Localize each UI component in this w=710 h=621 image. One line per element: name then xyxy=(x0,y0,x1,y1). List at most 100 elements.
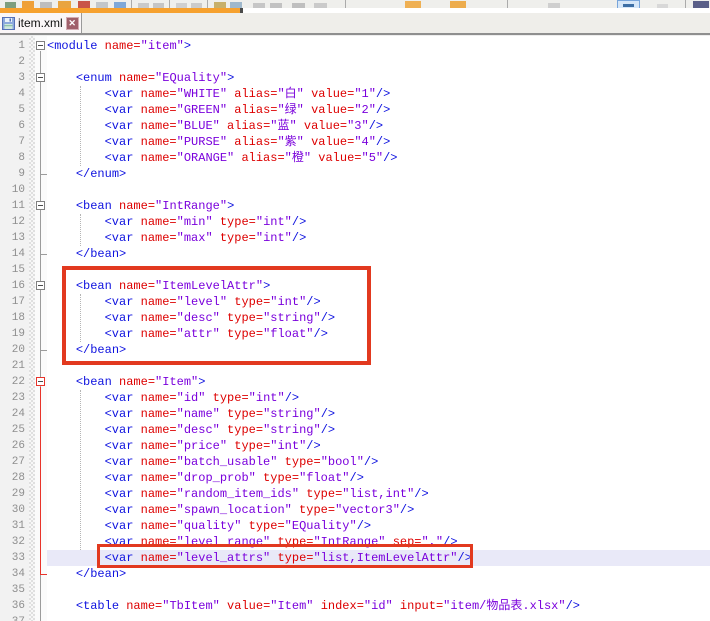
code-line-8[interactable]: <var name="ORANGE" alias="橙" value="5"/> xyxy=(47,150,710,166)
toolbar-icon-pressed[interactable] xyxy=(617,0,640,8)
line-number: 36 xyxy=(12,598,25,614)
code-line-34[interactable]: </bean> xyxy=(47,566,710,582)
line-number: 19 xyxy=(12,326,25,342)
toolbar-icon-fragment[interactable] xyxy=(450,1,466,8)
fold-end-corner xyxy=(40,350,47,351)
line-number: 9 xyxy=(18,166,25,182)
code-line-24[interactable]: <var name="name" type="string"/> xyxy=(47,406,710,422)
line-number: 2 xyxy=(18,54,25,70)
fold-collapse-box[interactable] xyxy=(36,281,45,290)
line-number: 15 xyxy=(12,262,25,278)
toolbar-icon-fragment[interactable] xyxy=(58,1,71,8)
toolbar-icon-fragment[interactable] xyxy=(405,1,421,8)
code-line-31[interactable]: <var name="quality" type="EQuality"/> xyxy=(47,518,710,534)
toolbar-separator xyxy=(685,0,686,8)
line-number: 8 xyxy=(18,150,25,166)
code-line-25[interactable]: <var name="desc" type="string"/> xyxy=(47,422,710,438)
tab-title: item.xml xyxy=(18,16,63,30)
line-number: 34 xyxy=(12,566,25,582)
fold-collapse-box[interactable] xyxy=(36,41,45,50)
line-number: 35 xyxy=(12,582,25,598)
line-number: 13 xyxy=(12,230,25,246)
toolbar-separator xyxy=(207,0,208,8)
fold-end-corner xyxy=(40,254,47,255)
line-number: 28 xyxy=(12,470,25,486)
code-line-11[interactable]: <bean name="IntRange"> xyxy=(47,198,710,214)
fold-margin[interactable] xyxy=(35,36,47,621)
line-number: 14 xyxy=(12,246,25,262)
line-number: 3 xyxy=(18,70,25,86)
code-line-6[interactable]: <var name="BLUE" alias="蓝" value="3"/> xyxy=(47,118,710,134)
line-number: 4 xyxy=(18,86,25,102)
fold-end-corner xyxy=(40,174,47,175)
fold-collapse-box[interactable] xyxy=(36,73,45,82)
annotation-itemlevelattr-bean-box xyxy=(62,266,371,365)
code-line-23[interactable]: <var name="id" type="int"/> xyxy=(47,390,710,406)
line-number: 31 xyxy=(12,518,25,534)
code-line-29[interactable]: <var name="random_item_ids" type="list,i… xyxy=(47,486,710,502)
line-number: 33 xyxy=(12,550,25,566)
fold-connector-highlighted xyxy=(40,387,41,574)
code-line-13[interactable]: <var name="max" type="int"/> xyxy=(47,230,710,246)
line-number-gutter: 1234567891011121314151617181920212223242… xyxy=(0,36,29,621)
line-number: 37 xyxy=(12,614,25,621)
toolbar-icon-fragment[interactable] xyxy=(253,3,265,8)
code-line-7[interactable]: <var name="PURSE" alias="紫" value="4"/> xyxy=(47,134,710,150)
line-number: 32 xyxy=(12,534,25,550)
toolbar-icon-fragment[interactable] xyxy=(22,1,34,8)
annotation-level-attrs-line-box xyxy=(97,544,473,568)
code-line-5[interactable]: <var name="GREEN" alias="绿" value="2"/> xyxy=(47,102,710,118)
line-number: 5 xyxy=(18,102,25,118)
toolbar-icon-fragment[interactable] xyxy=(693,1,709,8)
code-line-9[interactable]: </enum> xyxy=(47,166,710,182)
line-number: 11 xyxy=(12,198,25,214)
code-line-1[interactable]: <module name="item"> xyxy=(47,38,710,54)
toolbar-separator xyxy=(345,0,346,8)
toolbar-icon-fragment[interactable] xyxy=(292,3,305,8)
code-line-10[interactable] xyxy=(47,182,710,198)
line-number: 10 xyxy=(12,182,25,198)
code-line-26[interactable]: <var name="price" type="int"/> xyxy=(47,438,710,454)
fold-end-corner xyxy=(40,574,47,575)
line-number: 6 xyxy=(18,118,25,134)
code-line-12[interactable]: <var name="min" type="int"/> xyxy=(47,214,710,230)
tab-item-xml[interactable]: item.xml ✕ xyxy=(0,13,82,33)
line-number: 21 xyxy=(12,358,25,374)
code-line-35[interactable] xyxy=(47,582,710,598)
code-line-27[interactable]: <var name="batch_usable" type="bool"/> xyxy=(47,454,710,470)
toolbar-icon-fragment[interactable] xyxy=(78,1,90,8)
line-number: 22 xyxy=(12,374,25,390)
code-line-28[interactable]: <var name="drop_prob" type="float"/> xyxy=(47,470,710,486)
line-number: 23 xyxy=(12,390,25,406)
code-line-14[interactable]: </bean> xyxy=(47,246,710,262)
notepad-window: item.xml ✕ 12345678910111213141516171819… xyxy=(0,0,710,621)
toolbar-icon-fragment[interactable] xyxy=(657,4,668,8)
toolbar-icon-fragment[interactable] xyxy=(548,3,560,8)
line-number: 18 xyxy=(12,310,25,326)
line-number: 30 xyxy=(12,502,25,518)
code-line-3[interactable]: <enum name="EQuality"> xyxy=(47,70,710,86)
toolbar-strip[interactable] xyxy=(0,0,710,8)
code-line-36[interactable]: <table name="TbItem" value="Item" index=… xyxy=(47,598,710,614)
line-number: 29 xyxy=(12,486,25,502)
line-number: 1 xyxy=(18,38,25,54)
line-number: 7 xyxy=(18,134,25,150)
toolbar-icon-fragment[interactable] xyxy=(314,3,327,8)
fold-collapse-box[interactable] xyxy=(36,377,45,386)
toolbar-separator xyxy=(507,0,508,8)
code-line-37[interactable] xyxy=(47,614,710,621)
line-number: 24 xyxy=(12,406,25,422)
tab-close-icon[interactable]: ✕ xyxy=(66,17,79,30)
toolbar-separator xyxy=(169,0,170,8)
fold-collapse-box[interactable] xyxy=(36,201,45,210)
code-line-22[interactable]: <bean name="Item"> xyxy=(47,374,710,390)
line-number: 12 xyxy=(12,214,25,230)
code-line-4[interactable]: <var name="WHITE" alias="白" value="1"/> xyxy=(47,86,710,102)
code-line-30[interactable]: <var name="spawn_location" type="vector3… xyxy=(47,502,710,518)
code-line-2[interactable] xyxy=(47,54,710,70)
line-number: 27 xyxy=(12,454,25,470)
saved-file-icon xyxy=(2,17,15,30)
line-number: 17 xyxy=(12,294,25,310)
toolbar-icon-fragment[interactable] xyxy=(270,3,282,8)
tab-bar: item.xml ✕ xyxy=(0,13,710,33)
